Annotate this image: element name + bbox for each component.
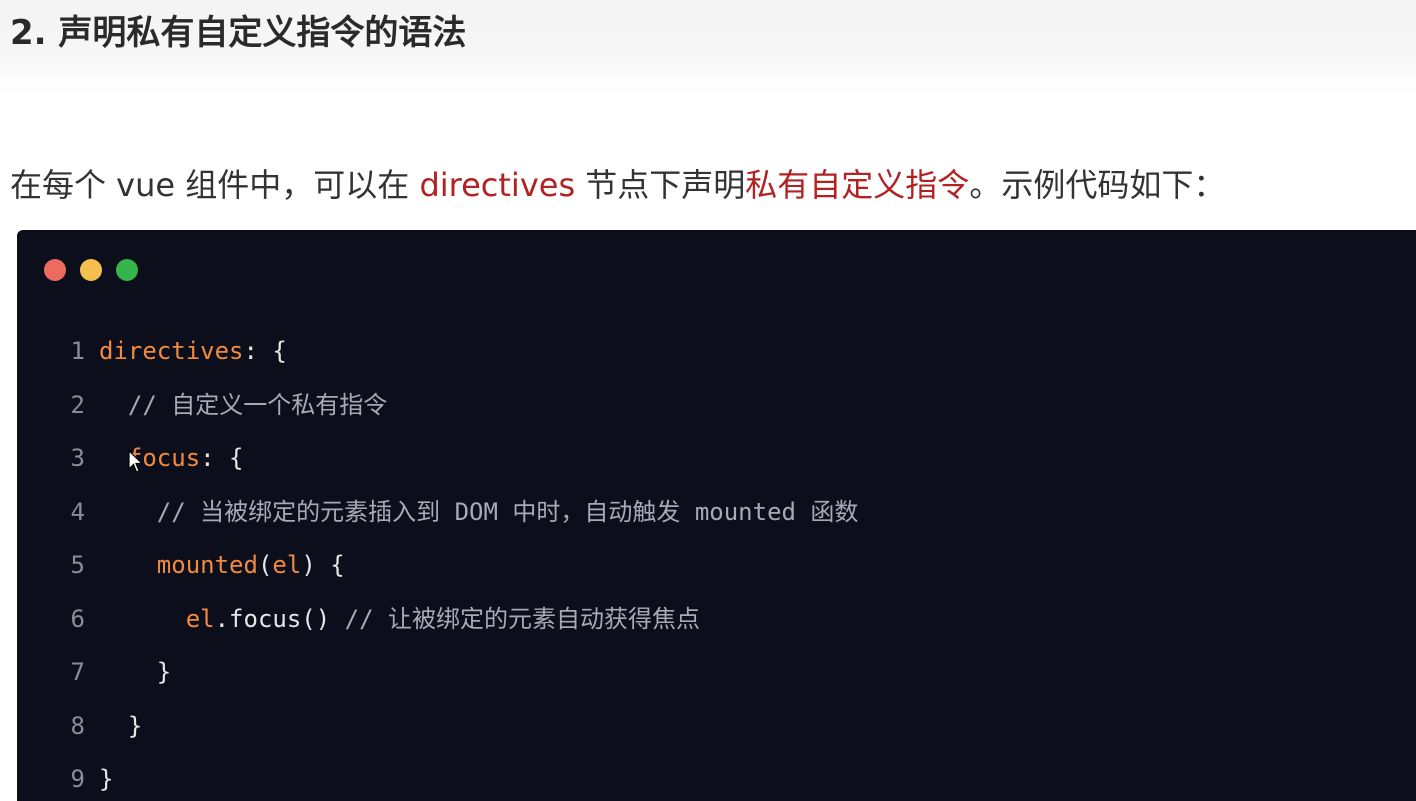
intro-text-before: 在每个 vue 组件中，可以在 <box>10 166 420 204</box>
heading-bar: 2. 声明私有自定义指令的语法 <box>0 0 1416 100</box>
line-number: 9 <box>70 765 85 793</box>
line-number: 2 <box>70 390 85 419</box>
minimize-dot-icon <box>80 259 102 281</box>
code-punctuation: ( <box>257 551 273 579</box>
code-keyword: el <box>272 551 302 579</box>
code-line: 6 el.focus() // 让被绑定的元素自动获得焦点 <box>17 593 858 647</box>
code-text: } <box>99 646 171 700</box>
code-keyword: mounted <box>156 551 258 579</box>
code-text: el.focus() // 让被绑定的元素自动获得焦点 <box>99 593 700 647</box>
window-controls <box>44 259 152 281</box>
code-punctuation: ) { <box>301 551 345 579</box>
maximize-dot-icon <box>116 259 138 281</box>
code-text: // 自定义一个私有指令 <box>99 379 387 433</box>
code-comment: // 当被绑定的元素插入到 DOM 中时，自动触发 mounted 函数 <box>156 497 859 526</box>
mouse-pointer-icon <box>128 450 144 473</box>
section-heading: 2. 声明私有自定义指令的语法 <box>10 13 467 53</box>
code-window: 1 directives: {2 // 自定义一个私有指令 3 focus: {4 … <box>17 230 1416 801</box>
code-punctuation: } <box>99 765 114 793</box>
code-line: 1 directives: { <box>17 325 858 379</box>
line-number: 3 <box>70 444 85 472</box>
line-number: 5 <box>70 551 85 579</box>
intro-paragraph: 在每个 vue 组件中，可以在 directives 节点下声明私有自定义指令。… <box>10 160 1225 210</box>
code-line: 5 mounted(el) { <box>17 539 858 593</box>
intro-text-after: 。示例代码如下： <box>969 166 1226 204</box>
code-line: 8 } <box>17 700 858 754</box>
intro-text-middle: 节点下声明 <box>575 166 746 204</box>
code-text: mounted(el) { <box>99 539 345 593</box>
code-punctuation: } <box>127 711 143 740</box>
code-punctuation: : { <box>200 444 244 472</box>
code-text: } <box>99 700 142 754</box>
code-comment: // 让被绑定的元素自动获得焦点 <box>344 604 701 633</box>
line-number: 6 <box>70 604 85 633</box>
code-text: focus: { <box>99 432 244 486</box>
code-line: 9} <box>17 753 858 801</box>
line-number: 4 <box>70 497 85 526</box>
code-text: } <box>99 753 113 801</box>
code-line: 2 // 自定义一个私有指令 <box>17 379 858 433</box>
close-dot-icon <box>44 259 66 281</box>
code-punctuation: : { <box>243 337 287 365</box>
code-text: // 当被绑定的元素插入到 DOM 中时，自动触发 mounted 函数 <box>99 486 859 540</box>
code-keyword: el <box>185 604 215 633</box>
code-text: directives: { <box>99 325 287 379</box>
intro-keyword-directives: directives <box>419 166 576 204</box>
code-keyword: directives <box>99 337 244 365</box>
intro-highlight: 私有自定义指令 <box>745 166 970 204</box>
code-comment: // 自定义一个私有指令 <box>127 390 388 419</box>
line-number: 8 <box>70 711 85 740</box>
code-punctuation: } <box>156 658 172 686</box>
page: 2. 声明私有自定义指令的语法 在每个 vue 组件中，可以在 directiv… <box>0 0 1416 801</box>
line-number: 1 <box>70 337 85 365</box>
code-block: 1 directives: {2 // 自定义一个私有指令 3 focus: {4 … <box>17 325 859 801</box>
code-line: 4 // 当被绑定的元素插入到 DOM 中时，自动触发 mounted 函数 <box>17 486 859 540</box>
code-line: 7 } <box>17 646 858 700</box>
line-number: 7 <box>70 658 85 686</box>
code-punctuation: .focus() <box>214 604 345 633</box>
